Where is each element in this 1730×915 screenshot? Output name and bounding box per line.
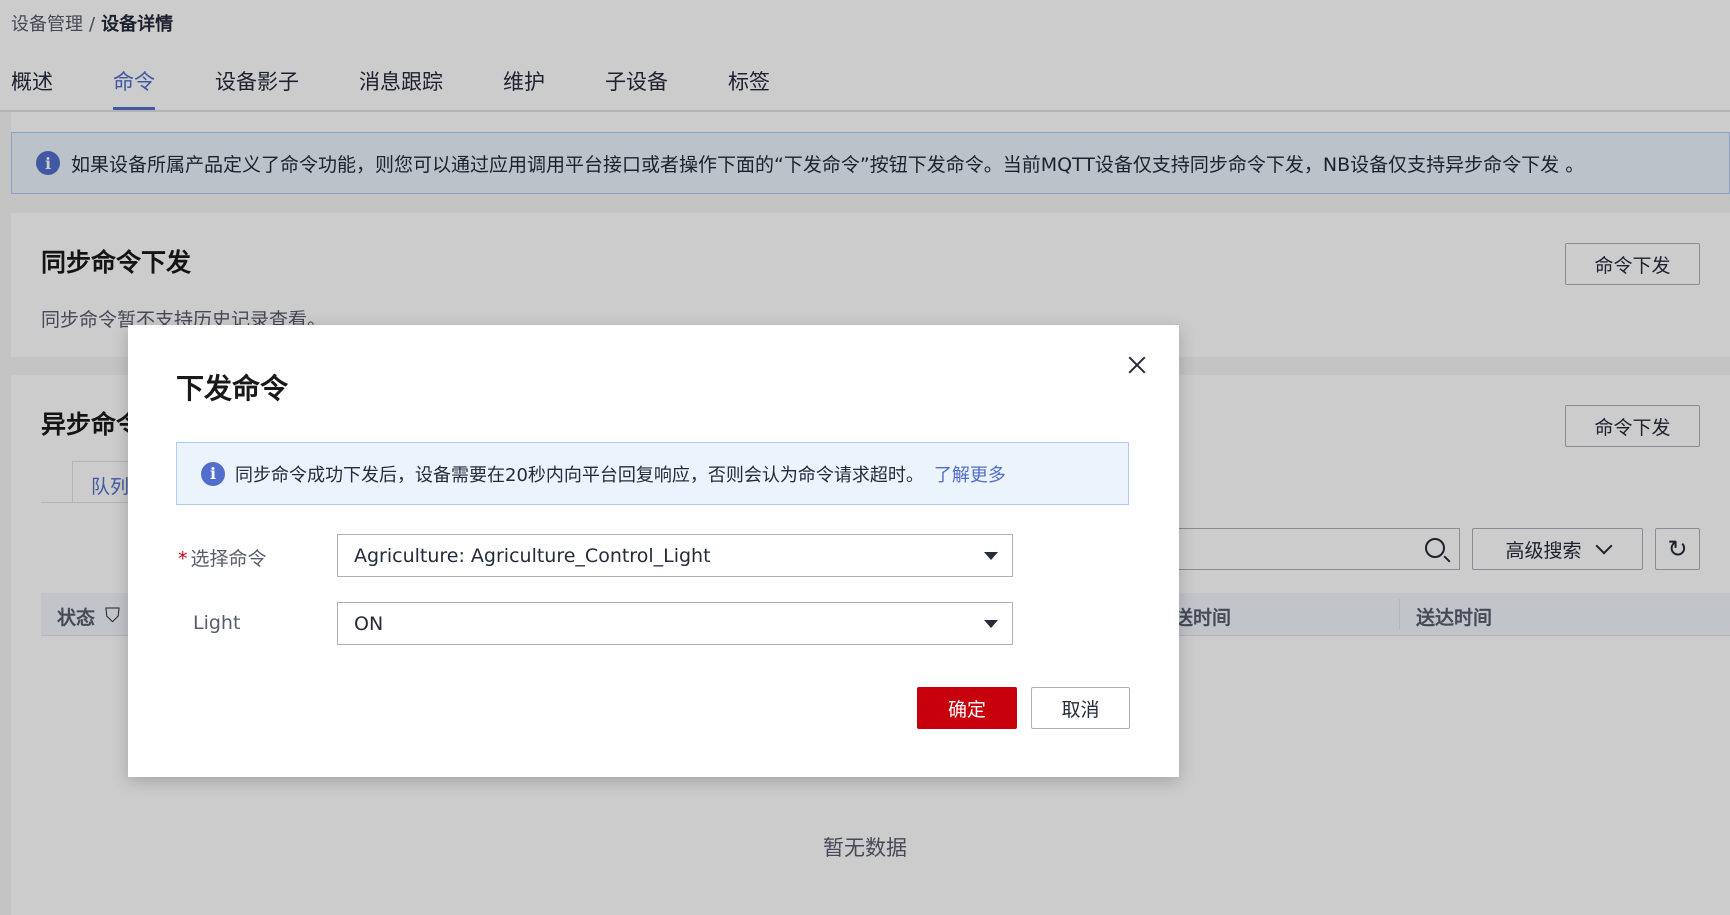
- light-select[interactable]: ON: [337, 602, 1013, 645]
- timeout-info-alert: i 同步命令成功下发后，设备需要在20秒内向平台回复响应，否则会认为命令请求超时…: [176, 442, 1129, 505]
- timeout-info-text: 同步命令成功下发后，设备需要在20秒内向平台回复响应，否则会认为命令请求超时。: [235, 464, 924, 486]
- caret-down-icon: [984, 620, 998, 628]
- close-icon[interactable]: [1125, 353, 1149, 377]
- light-field-label: Light: [193, 612, 241, 634]
- command-select-value: Agriculture: Agriculture_Control_Light: [354, 544, 711, 567]
- info-icon: i: [201, 461, 225, 486]
- light-select-value: ON: [354, 612, 384, 635]
- command-field-label: * 选择命令: [178, 544, 267, 571]
- learn-more-link[interactable]: 了解更多: [934, 461, 1006, 487]
- command-select[interactable]: Agriculture: Agriculture_Control_Light: [337, 534, 1013, 577]
- send-command-dialog: 下发命令 i 同步命令成功下发后，设备需要在20秒内向平台回复响应，否则会认为命…: [128, 325, 1179, 777]
- confirm-button[interactable]: 确定: [917, 687, 1017, 729]
- command-label-text: 选择命令: [190, 548, 267, 570]
- required-asterisk: *: [178, 548, 188, 570]
- caret-down-icon: [984, 552, 998, 560]
- dialog-title: 下发命令: [176, 372, 289, 405]
- cancel-button[interactable]: 取消: [1031, 687, 1130, 729]
